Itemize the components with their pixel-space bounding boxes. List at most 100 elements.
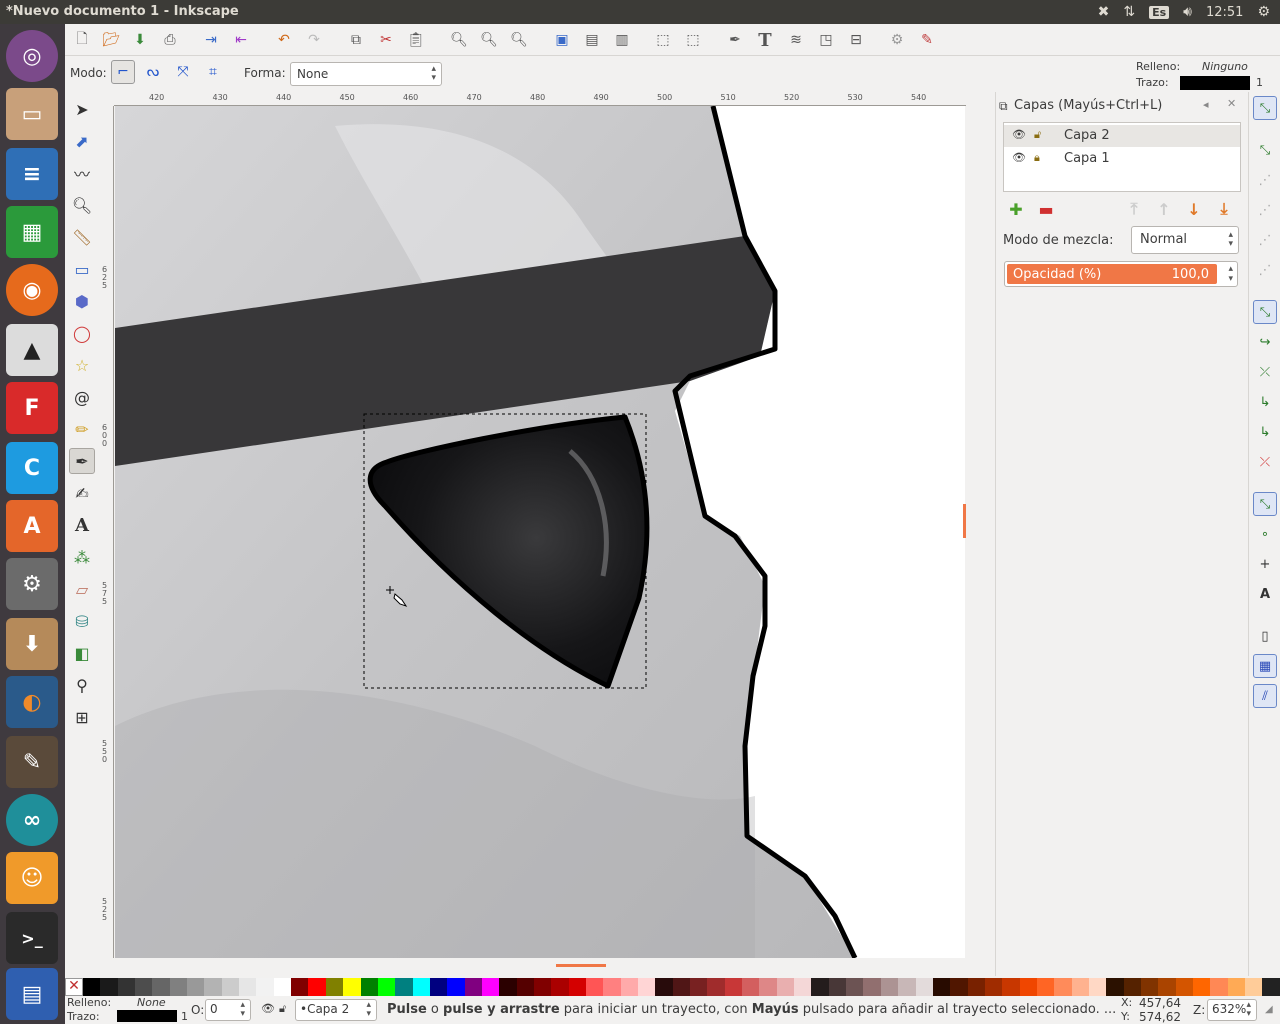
codeblocks-icon[interactable]: C — [6, 442, 58, 494]
palette-swatch[interactable] — [863, 978, 881, 996]
palette-swatch[interactable] — [690, 978, 708, 996]
snap-guides-icon[interactable]: ⫽ — [1253, 684, 1277, 708]
horizontal-ruler[interactable]: 420 430 440 450 460 470 480 490 500 510 520 530 540 — [114, 92, 966, 106]
stroke-width[interactable]: 1 — [181, 1010, 188, 1023]
vertical-scroll-thumb[interactable] — [963, 504, 966, 538]
style-indicator[interactable]: Relleno: Ninguno Trazo: 1 — [1132, 58, 1263, 92]
palette-swatch[interactable] — [794, 978, 812, 996]
palette-swatch[interactable] — [117, 978, 136, 996]
palette-swatch[interactable] — [932, 978, 951, 996]
palette-swatch[interactable] — [880, 978, 899, 996]
zoom-tool-icon[interactable]: 🔍︎ — [69, 192, 95, 218]
save-icon[interactable]: ⬇ — [129, 30, 151, 50]
lower-layer-icon[interactable]: ↓ — [1184, 200, 1204, 219]
preferences-icon[interactable]: ⚙ — [886, 30, 908, 50]
stroke-swatch[interactable] — [117, 1010, 177, 1022]
paraxial-mode-icon[interactable]: ⌗ — [201, 60, 225, 84]
spiro-mode-icon[interactable]: ᔓ — [141, 60, 165, 84]
spray-tool-icon[interactable]: ⁂ — [69, 544, 95, 570]
files-icon[interactable]: ▭ — [6, 88, 58, 140]
paint-bucket-tool-icon[interactable]: ⛁ — [69, 608, 95, 634]
selector-tool-icon[interactable]: ➤ — [69, 96, 95, 122]
resize-grip-icon[interactable]: ◢ — [1265, 1004, 1273, 1015]
palette-swatch[interactable] — [724, 978, 743, 996]
volume-icon[interactable]: 🔊︎ — [1183, 4, 1192, 20]
palette-swatch[interactable] — [811, 978, 829, 996]
raise-layer-icon[interactable]: ↑ — [1154, 200, 1174, 219]
palette-swatch[interactable] — [204, 978, 222, 996]
measure-tool-icon[interactable]: 📏︎ — [69, 224, 95, 250]
palette-swatch[interactable] — [603, 978, 621, 996]
software-center-icon[interactable]: A — [6, 500, 58, 552]
zoom-selection-icon[interactable]: 🔍︎ — [448, 30, 470, 50]
ungroup-icon[interactable]: ⬚ — [682, 30, 704, 50]
opacity-spin-icon[interactable]: ▴ ▾ — [1228, 264, 1233, 284]
group-icon[interactable]: ⬚ — [652, 30, 674, 50]
ellipse-tool-icon[interactable]: ◯ — [69, 320, 95, 346]
visibility-eye-icon[interactable]: 👁︎ — [1012, 128, 1026, 141]
snap-smooth-nodes-icon[interactable]: ↳ — [1253, 420, 1277, 444]
text-font-icon[interactable]: T — [754, 30, 776, 51]
palette-swatch[interactable] — [499, 978, 517, 996]
palette-swatch[interactable] — [1158, 978, 1176, 996]
3d-box-tool-icon[interactable]: ⬢ — [69, 288, 95, 314]
workspace-switcher-icon[interactable]: ▤ — [6, 968, 58, 1020]
pencil-tool-icon[interactable]: ✏ — [69, 416, 95, 442]
palette-swatch[interactable] — [776, 978, 795, 996]
snap-enable-icon[interactable]: ⤡ — [1253, 96, 1277, 120]
snap-bbox-edges-icon[interactable]: ⋰ — [1253, 168, 1277, 192]
paste-icon[interactable]: 📋︎ — [405, 30, 427, 50]
layer-row-capa-1[interactable]: 👁︎ 🔒︎ Capa 1 — [1004, 148, 1240, 170]
palette-swatch[interactable] — [967, 978, 985, 996]
palette-swatch[interactable] — [377, 978, 396, 996]
layer-row-capa-2[interactable]: 👁︎ 🔓︎ Capa 2 — [1004, 125, 1240, 147]
palette-swatch[interactable] — [239, 978, 257, 996]
palette-swatch[interactable] — [533, 978, 552, 996]
gimp-icon[interactable]: ✎ — [6, 736, 58, 788]
palette-swatch[interactable] — [984, 978, 1003, 996]
palette-swatch[interactable] — [551, 978, 569, 996]
snap-object-centers-icon[interactable]: ∘ — [1253, 522, 1277, 546]
palette-swatch[interactable] — [152, 978, 170, 996]
snap-bbox-corners-icon[interactable]: ⋰ — [1253, 198, 1277, 222]
clone-icon[interactable]: ▤ — [581, 30, 603, 50]
horizontal-scrollbar[interactable] — [115, 958, 965, 976]
keyboard-layout-indicator[interactable]: Es — [1149, 5, 1170, 19]
snap-rotation-centers-icon[interactable]: + — [1253, 552, 1277, 576]
locked-icon[interactable]: 🔒︎ — [1034, 151, 1040, 165]
snap-paths-icon[interactable]: ↪ — [1253, 330, 1277, 354]
palette-swatch[interactable] — [1262, 978, 1280, 996]
palette-swatch[interactable] — [950, 978, 968, 996]
palette-swatch[interactable] — [1054, 978, 1072, 996]
palette-swatch[interactable] — [620, 978, 638, 996]
snap-text-baseline-icon[interactable]: A — [1253, 582, 1277, 606]
align-distribute-icon[interactable]: ⊟ — [845, 30, 867, 50]
horizontal-scroll-thumb[interactable] — [556, 964, 606, 967]
tweak-tool-icon[interactable]: 〰 — [69, 160, 95, 186]
print-icon[interactable]: ⎙ — [159, 30, 181, 50]
archive-manager-icon[interactable]: ⬇ — [6, 618, 58, 670]
zoom-spinbox[interactable]: 632% ▴ ▾ — [1207, 999, 1257, 1021]
xml-editor-icon[interactable]: ≋ — [785, 30, 807, 50]
vertical-ruler[interactable]: 625 600 575 550 525 — [99, 106, 114, 958]
session-gear-icon[interactable]: ⚙ — [1257, 4, 1270, 20]
palette-swatch[interactable] — [1140, 978, 1159, 996]
snap-bbox-icon[interactable]: ⤡ — [1253, 138, 1277, 162]
palette-swatch[interactable] — [915, 978, 933, 996]
color-palette[interactable]: ✕ — [65, 978, 1280, 996]
palette-swatch[interactable] — [585, 978, 604, 996]
palette-swatch[interactable] — [1036, 978, 1055, 996]
snap-cusp-nodes-icon[interactable]: ↳ — [1253, 390, 1277, 414]
snap-line-midpoints-icon[interactable]: ⤫ — [1253, 450, 1277, 474]
unlocked-icon[interactable]: 🔓︎ — [1034, 128, 1041, 142]
bspline-mode-icon[interactable]: ⤧ — [171, 60, 195, 84]
palette-swatch[interactable] — [1106, 978, 1124, 996]
vertical-scrollbar[interactable] — [963, 106, 994, 958]
palette-swatch[interactable] — [343, 978, 361, 996]
fontforge-icon[interactable]: F — [6, 382, 58, 434]
connector-tool-icon[interactable]: ⊞ — [69, 704, 95, 730]
zoom-page-icon[interactable]: 🔍︎ — [508, 30, 530, 50]
text-tool-icon[interactable]: A — [69, 512, 95, 538]
system-settings-icon[interactable]: ⚙ — [6, 558, 58, 610]
export-icon[interactable]: ⇤ — [230, 30, 252, 50]
